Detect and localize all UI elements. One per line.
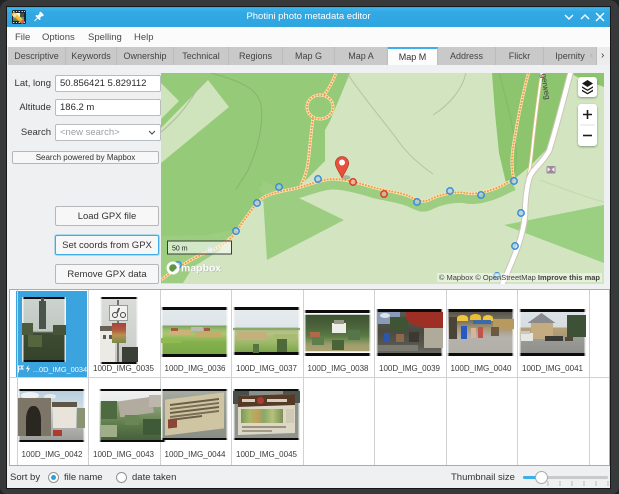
svg-text:50 m: 50 m xyxy=(172,246,188,253)
svg-text:mapbox: mapbox xyxy=(181,263,221,275)
